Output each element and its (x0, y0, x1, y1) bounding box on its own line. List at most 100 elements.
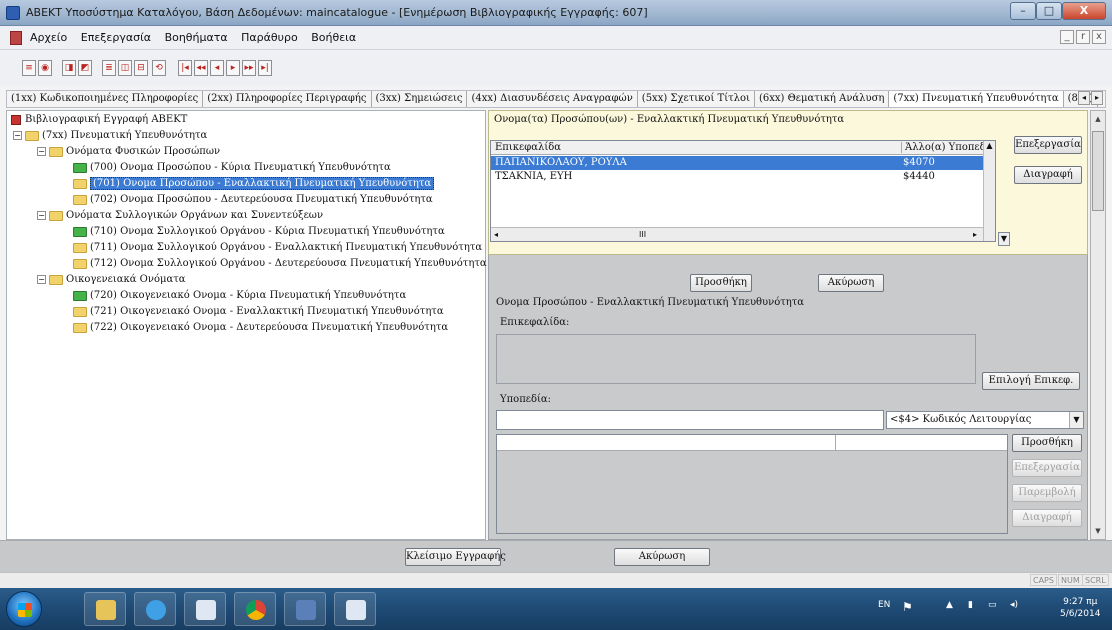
column-other-subfields[interactable]: Άλλο(α) Υποπεδίο(α) (901, 142, 987, 153)
menu-tools[interactable]: Βοηθήματα (165, 31, 228, 44)
tab-scroll-right-button[interactable]: ▸ (1091, 91, 1103, 105)
table-row[interactable]: ΠΑΠΑΝΙΚΟΛΑΟΥ, ΡΟΥΛΑ $4070 (491, 156, 983, 170)
tray-expand-icon[interactable]: ▲ (946, 600, 953, 610)
table-row[interactable]: ΤΣΑΚΝΙΑ, ΕΥΗ $4440 (491, 170, 983, 184)
taskbar-explorer[interactable] (84, 592, 126, 626)
choose-heading-button[interactable]: Επιλογή Επικεφ. (982, 372, 1080, 390)
minimize-button[interactable]: – (1010, 2, 1036, 20)
panel-vertical-scrollbar[interactable]: ▲ ▼ (1090, 110, 1106, 540)
toolbar-button-6[interactable]: ◫ (118, 60, 132, 76)
taskbar-app[interactable] (184, 592, 226, 626)
cancel-edit-button[interactable]: Ακύρωση (818, 274, 884, 292)
toolbar-button-7[interactable]: ⊟ (134, 60, 148, 76)
prev-record-button[interactable]: ◂ (210, 60, 224, 76)
tab-2xx[interactable]: (2xx) Πληροφορίες Περιγραφής (203, 91, 372, 107)
scroll-down-icon[interactable]: ▼ (1092, 524, 1104, 538)
edit-name-button[interactable]: Επεξεργασία (1014, 136, 1082, 154)
first-record-button[interactable]: |◂ (178, 60, 192, 76)
edit-subfield-button[interactable]: Επεξεργασία (1012, 459, 1082, 477)
toolbar-button-1[interactable]: ≡ (22, 60, 36, 76)
taskbar-catalogue[interactable] (334, 592, 376, 626)
tree-node-710[interactable]: (710) Ονομα Συλλογικού Οργάνου - Κύρια Π… (73, 225, 445, 239)
taskbar-ie[interactable] (134, 592, 176, 626)
prev-page-button[interactable]: ◂◂ (194, 60, 208, 76)
close-record-button[interactable]: Κλείσιμο Εγγραφής (405, 548, 506, 566)
tree-node-712[interactable]: (712) Ονομα Συλλογικού Οργάνου - Δευτερε… (73, 257, 487, 271)
start-button[interactable] (6, 591, 42, 627)
tree-group-family[interactable]: − Οικογενειακά Ονόματα (37, 273, 186, 287)
menu-edit[interactable]: Επεξεργασία (81, 31, 151, 44)
table-scroll-down[interactable]: ▼ (998, 232, 1010, 246)
tab-5xx[interactable]: (5xx) Σχετικοί Τίτλοι (638, 91, 755, 107)
add-button[interactable]: Προσθήκη (690, 274, 752, 292)
subfield-value-input[interactable] (496, 410, 884, 430)
mdi-minimize-button[interactable]: _ (1060, 30, 1074, 44)
toolbar-button-5[interactable]: ≣ (102, 60, 116, 76)
heading-field[interactable] (496, 334, 976, 384)
tab-4xx[interactable]: (4xx) Διασυνδέσεις Αναγραφών (467, 91, 638, 107)
mdi-restore-button[interactable]: r (1076, 30, 1090, 44)
collapse-icon[interactable]: − (37, 211, 46, 220)
tree-root[interactable]: Βιβλιογραφική Εγγραφή ΑΒΕΚΤ (11, 113, 187, 127)
table-horizontal-scrollbar[interactable]: ◂ III ▸ (491, 227, 983, 241)
menu-help[interactable]: Βοήθεια (311, 31, 356, 44)
subfield-code-select[interactable]: <$4> Κωδικός Λειτουργίας ▼ (886, 411, 1084, 429)
tree-node-711[interactable]: (711) Ονομα Συλλογικού Οργάνου - Εναλλακ… (73, 241, 482, 255)
flag-icon[interactable]: ▮ (968, 600, 973, 610)
toolbar-button-3[interactable]: ◨ (62, 60, 76, 76)
next-record-button[interactable]: ▸ (226, 60, 240, 76)
tab-6xx[interactable]: (6xx) Θεματική Ανάλυση (755, 91, 890, 107)
edit-section-title: Ονομα Προσώπου - Εναλλακτική Πνευματική … (496, 297, 805, 308)
undo-button[interactable]: ⟲ (152, 60, 166, 76)
table-vertical-scrollbar[interactable]: ▲ (983, 141, 995, 241)
mdi-close-button[interactable]: x (1092, 30, 1106, 44)
tree-node-720[interactable]: (720) Οικογενειακό Ονομα - Κύρια Πνευματ… (73, 289, 406, 303)
language-indicator[interactable]: EN (878, 600, 890, 610)
cancel-record-button[interactable]: Ακύρωση (614, 548, 710, 566)
tree-node-702[interactable]: (702) Ονομα Προσώπου - Δευτερεύουσα Πνευ… (73, 193, 433, 207)
collapse-icon[interactable]: − (37, 147, 46, 156)
tab-1xx[interactable]: (1xx) Κωδικοποιημένες Πληροφορίες (7, 91, 204, 107)
network-icon[interactable]: ⚑ (902, 600, 913, 614)
column-heading[interactable]: Επικεφαλίδα (495, 142, 561, 153)
collapse-icon[interactable]: − (37, 275, 46, 284)
tree-node-7xx[interactable]: − (7xx) Πνευματική Υπευθυνότητα (13, 129, 207, 143)
tab-7xx[interactable]: (7xx) Πνευματική Υπευθυνότητα (889, 91, 1064, 107)
tab-3xx[interactable]: (3xx) Σημειώσεις (372, 91, 468, 107)
scroll-right-icon[interactable]: ▸ (973, 230, 977, 239)
tree-node-722[interactable]: (722) Οικογενειακό Ονομα - Δευτερεύουσα … (73, 321, 448, 335)
window-title: ΑΒΕΚΤ Υποσύστημα Καταλόγου, Βάση Δεδομέν… (26, 6, 648, 19)
tree-node-700[interactable]: (700) Ονομα Προσώπου - Κύρια Πνευματική … (73, 161, 391, 175)
clock[interactable]: 9:27 πμ 5/6/2014 (1060, 596, 1100, 620)
last-record-button[interactable]: ▸| (258, 60, 272, 76)
tab-scroll-left-button[interactable]: ◂ (1078, 91, 1090, 105)
delete-name-button[interactable]: Διαγραφή (1014, 166, 1082, 184)
application-icon (296, 600, 316, 620)
scroll-thumb[interactable] (1092, 131, 1104, 211)
folder-icon (49, 210, 63, 221)
volume-icon[interactable]: ◂) (1010, 600, 1018, 610)
scroll-thumb[interactable]: III (639, 230, 646, 239)
tree-node-701[interactable]: (701) Ονομα Προσώπου - Εναλλακτική Πνευμ… (73, 177, 435, 191)
tree-group-corporate[interactable]: − Ονόματα Συλλογικών Οργάνων και Συνεντεύ… (37, 209, 323, 223)
maximize-button[interactable]: □ (1036, 2, 1062, 20)
collapse-icon[interactable]: − (13, 131, 22, 140)
menu-file[interactable]: Αρχείο (30, 31, 67, 44)
scroll-up-icon[interactable]: ▲ (1092, 112, 1104, 126)
next-page-button[interactable]: ▸▸ (242, 60, 256, 76)
scroll-left-icon[interactable]: ◂ (494, 230, 498, 239)
insert-subfield-button[interactable]: Παρεμβολή (1012, 484, 1082, 502)
toolbar-button-2[interactable]: ◉ (38, 60, 52, 76)
taskbar-app2[interactable] (284, 592, 326, 626)
network-status-icon[interactable]: ▭ (988, 600, 997, 610)
taskbar-chrome[interactable] (234, 592, 276, 626)
delete-subfield-button[interactable]: Διαγραφή (1012, 509, 1082, 527)
subfields-list[interactable] (496, 434, 1008, 534)
toolbar-button-4[interactable]: ◩ (78, 60, 92, 76)
close-button[interactable]: X (1062, 2, 1106, 20)
tree-node-721[interactable]: (721) Οικογενειακό Ονομα - Εναλλακτική Π… (73, 305, 444, 319)
menu-window[interactable]: Παράθυρο (241, 31, 298, 44)
tree-group-persons[interactable]: − Ονόματα Φυσικών Προσώπων (37, 145, 220, 159)
tree-node-label: Ονόματα Συλλογικών Οργάνων και Συνεντεύξ… (66, 210, 324, 221)
add-subfield-button[interactable]: Προσθήκη (1012, 434, 1082, 452)
